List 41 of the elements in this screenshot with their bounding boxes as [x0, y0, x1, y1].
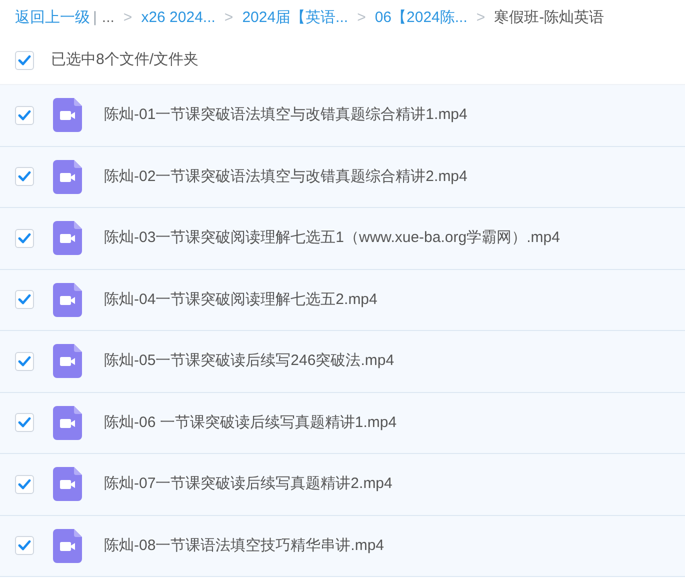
- breadcrumb-separator: >: [123, 8, 132, 28]
- checkbox[interactable]: [15, 106, 34, 125]
- video-file-icon: [53, 98, 82, 132]
- file-name: 陈灿-04一节课突破阅读理解七选五2.mp4: [104, 290, 378, 310]
- file-row[interactable]: 陈灿-08一节课语法填空技巧精华串讲.mp4: [0, 516, 685, 577]
- selection-count: 已选中8个文件/文件夹: [51, 50, 199, 70]
- breadcrumb-separator: >: [224, 8, 234, 28]
- checkbox[interactable]: [15, 474, 34, 494]
- divider: |: [93, 8, 97, 28]
- file-name: 陈灿-01一节课突破语法填空与改错真题综合精讲1.mp4: [104, 105, 468, 125]
- checkbox[interactable]: [15, 167, 34, 186]
- video-file-icon: [53, 221, 82, 256]
- breadcrumb-item: 寒假班-陈灿英语: [494, 8, 604, 28]
- checkbox[interactable]: [15, 536, 34, 556]
- file-name: 陈灿-05一节课突破读后续写246突破法.mp4: [104, 351, 394, 371]
- checkbox[interactable]: [15, 51, 34, 70]
- checkbox[interactable]: [15, 352, 34, 371]
- checkbox[interactable]: [15, 413, 34, 432]
- file-row[interactable]: 陈灿-03一节课突破阅读理解七选五1（www.xue-ba.org学霸网）.mp4: [0, 208, 685, 270]
- file-name: 陈灿-08一节课语法填空技巧精华串讲.mp4: [104, 536, 384, 556]
- video-file-icon: [53, 344, 82, 378]
- breadcrumb-separator: >: [357, 8, 366, 28]
- checkbox[interactable]: [15, 228, 34, 248]
- breadcrumb-ellipsis[interactable]: ...: [102, 7, 114, 30]
- video-file-icon: [53, 528, 82, 563]
- video-file-icon: [53, 467, 82, 502]
- file-name: 陈灿-06 一节课突破读后续写真题精讲1.mp4: [104, 412, 397, 432]
- file-row[interactable]: 陈灿-06 一节课突破读后续写真题精讲1.mp4: [0, 392, 685, 454]
- file-row[interactable]: 陈灿-04一节课突破阅读理解七选五2.mp4: [0, 270, 685, 331]
- file-row[interactable]: 陈灿-07一节课突破读后续写真题精讲2.mp4: [0, 454, 685, 516]
- video-file-icon: [53, 406, 82, 440]
- checkbox[interactable]: [15, 290, 34, 310]
- file-row[interactable]: 陈灿-05一节课突破读后续写246突破法.mp4: [0, 331, 685, 392]
- file-name: 陈灿-07一节课突破读后续写真题精讲2.mp4: [104, 474, 392, 494]
- video-file-icon: [53, 160, 82, 194]
- file-name: 陈灿-02一节课突破语法填空与改错真题综合精讲2.mp4: [104, 166, 468, 186]
- video-file-icon: [53, 282, 82, 317]
- breadcrumb-separator: >: [476, 8, 486, 28]
- file-row[interactable]: 陈灿-02一节课突破语法填空与改错真题综合精讲2.mp4: [0, 146, 685, 208]
- file-row[interactable]: 陈灿-01一节课突破语法填空与改错真题综合精讲1.mp4: [0, 85, 685, 146]
- file-name: 陈灿-03一节课突破阅读理解七选五1（www.xue-ba.org学霸网）.mp4: [104, 228, 560, 248]
